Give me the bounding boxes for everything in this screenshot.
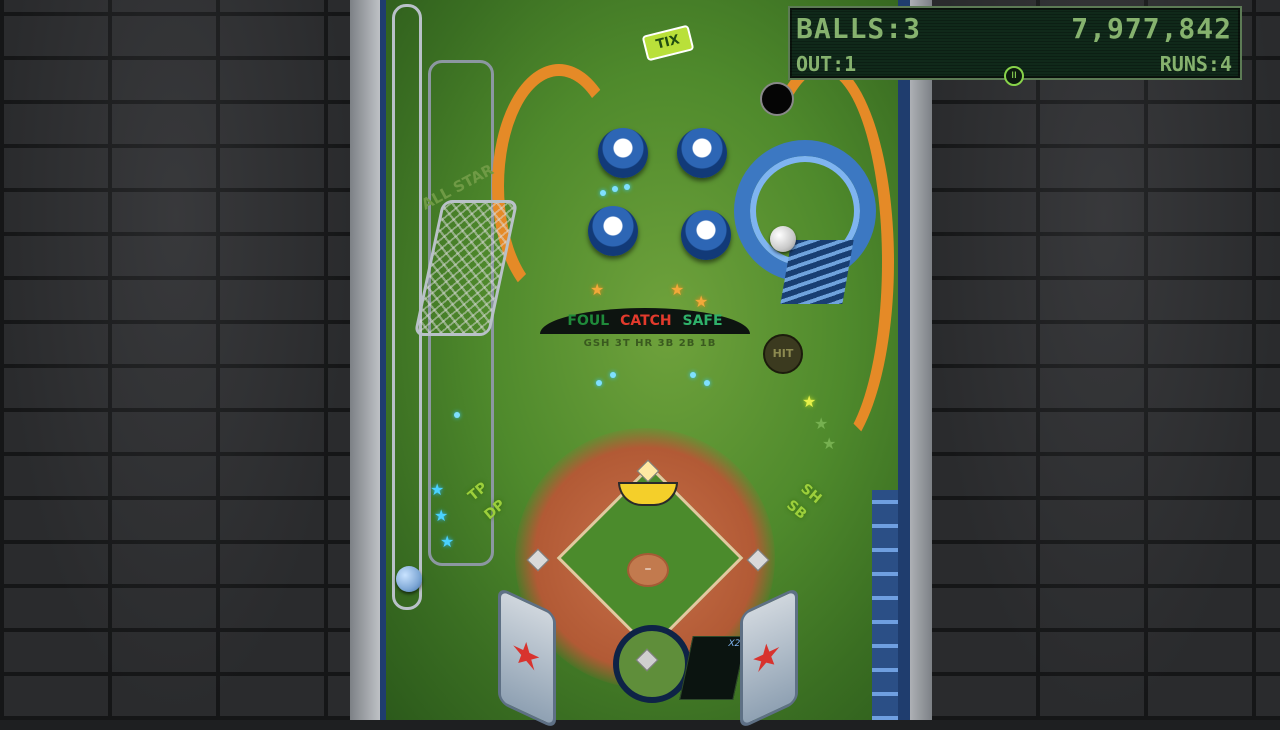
lane-light	[610, 372, 616, 378]
runs-readout: RUNS:4	[1160, 52, 1232, 76]
pitchers-mound: –	[627, 553, 669, 587]
lane-light	[690, 372, 696, 378]
brick-wall-right	[928, 0, 1280, 720]
balls-label: BALLS:	[796, 12, 904, 45]
hit-type-labels: GSH 3T HR 3B 2B 1B	[583, 338, 717, 349]
ramp-entry-stripes	[780, 240, 854, 304]
star-rollover-icon: ★	[670, 280, 685, 299]
out-label: OUT:	[796, 52, 845, 76]
plunger-ball	[396, 566, 422, 592]
balls-value: 3	[903, 12, 922, 45]
pop-bumper-4	[681, 210, 731, 260]
lane-light	[704, 380, 710, 386]
runs-label: RUNS:	[1159, 52, 1220, 76]
star-rollover-icon: ★	[590, 280, 605, 299]
star-icon: ★	[751, 630, 782, 685]
brick-wall-left	[0, 0, 352, 720]
left-orange-ramp	[492, 64, 626, 308]
balls-readout: BALLS:3	[796, 12, 921, 45]
pinball-ball	[770, 226, 796, 252]
lane-light	[454, 412, 460, 418]
out-value: 1	[844, 52, 857, 76]
arc-label-foul: FOUL	[567, 313, 610, 329]
lane-light	[612, 186, 618, 192]
scoop-hole	[760, 82, 794, 116]
lane-light	[624, 184, 630, 190]
right-chevron-lane	[872, 490, 898, 720]
score-value: 7,977,842	[1071, 12, 1232, 45]
star-rollover-icon: ★	[434, 506, 449, 525]
star-icon: ★	[511, 628, 542, 683]
arc-label-safe: SAFE	[682, 313, 723, 329]
lane-light	[600, 190, 606, 196]
pop-bumper-3	[588, 206, 638, 256]
star-rollover-icon: ★	[814, 414, 829, 433]
star-rollover-icon: ★	[440, 532, 455, 551]
arc-label-catch: CATCH	[620, 313, 672, 329]
pause-icon[interactable]: II	[1004, 66, 1024, 86]
pop-bumper-2	[677, 128, 727, 178]
hit-target: HIT	[763, 334, 803, 374]
plunger-lane-rail	[392, 4, 422, 610]
star-rollover-icon: ★	[822, 434, 837, 453]
pop-bumper-1	[598, 128, 648, 178]
lane-light	[596, 380, 602, 386]
out-readout: OUT:1	[796, 52, 856, 76]
star-rollover-icon: ★	[694, 292, 709, 311]
star-rollover-icon: ★	[430, 480, 445, 499]
star-rollover-icon: ★	[802, 392, 817, 411]
runs-value: 4	[1219, 52, 1232, 76]
